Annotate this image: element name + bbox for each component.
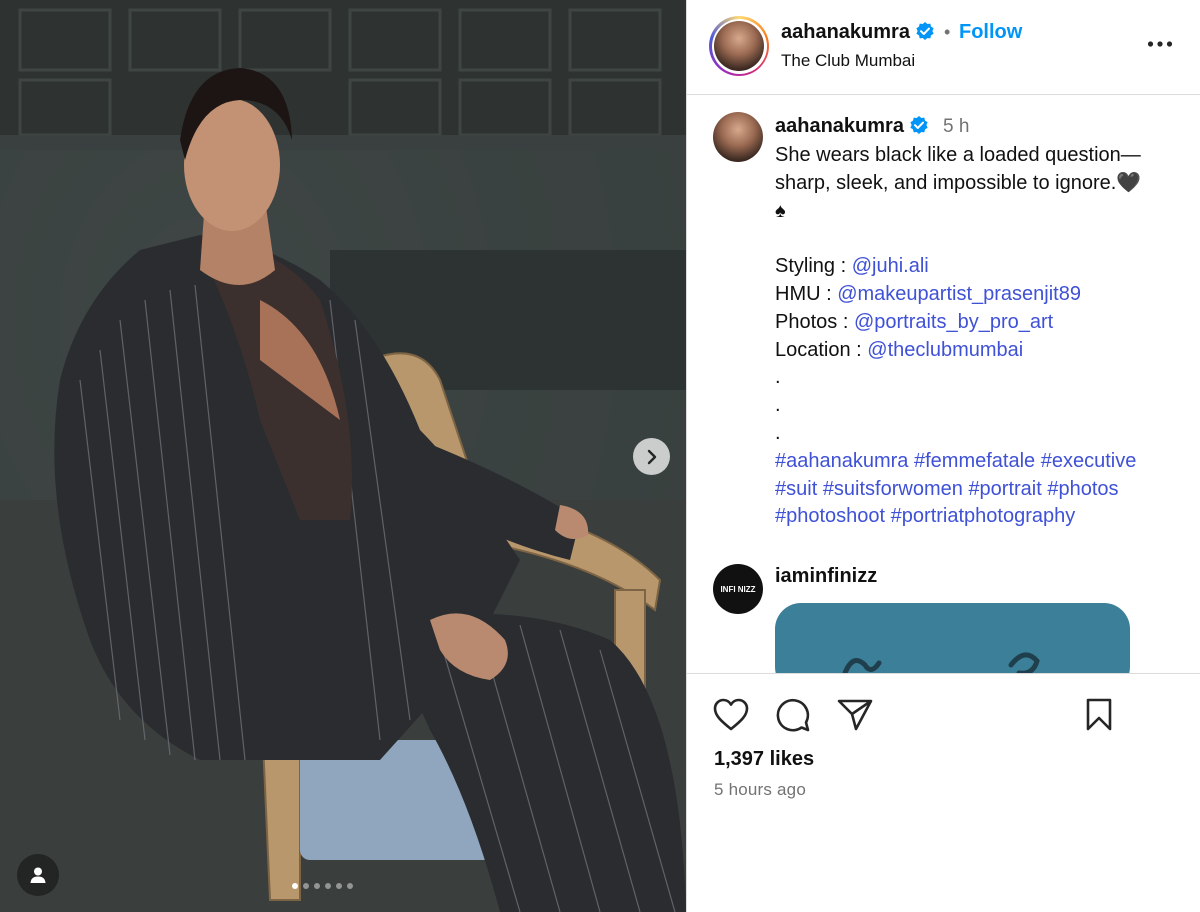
- carousel-dot: [292, 883, 298, 889]
- hashtag-link[interactable]: #executive: [1041, 450, 1137, 472]
- chevron-right-icon: [647, 449, 656, 464]
- credit-line: Photos : @portraits_by_pro_art: [775, 309, 1179, 337]
- mention-link[interactable]: @portraits_by_pro_art: [854, 311, 1053, 333]
- caption-dots: ...: [775, 364, 1179, 447]
- post-side-panel: aahanakumra • Follow The Club Mumbai aah…: [686, 0, 1200, 912]
- caption-dot: .: [775, 421, 781, 444]
- carousel-dot: [336, 883, 342, 889]
- carousel-indicator: [292, 883, 353, 889]
- black-heart-emoji: 🖤: [1116, 171, 1142, 194]
- share-paper-plane-icon[interactable]: [837, 698, 873, 732]
- credit-label: Location :: [775, 338, 868, 361]
- caption-time[interactable]: 5 h: [943, 116, 969, 138]
- comments-section[interactable]: aahanakumra 5 h She wears black like a l…: [687, 96, 1200, 673]
- caption-avatar[interactable]: [713, 112, 763, 162]
- post-timestamp[interactable]: 5 hours ago: [714, 780, 806, 800]
- commenter-avatar[interactable]: INFI NIZZ: [713, 564, 763, 614]
- credit-line: HMU : @makeupartist_prasenjit89: [775, 281, 1179, 309]
- save-bookmark-icon[interactable]: [1085, 698, 1113, 732]
- caption-dot: .: [775, 394, 781, 417]
- portrait-photo-illustration: [0, 0, 686, 912]
- carousel-dot: [325, 883, 331, 889]
- next-photo-button[interactable]: [633, 438, 670, 475]
- carousel-dot: [314, 883, 320, 889]
- follow-button[interactable]: Follow: [959, 21, 1022, 44]
- comment-bubble-icon[interactable]: [775, 697, 811, 733]
- credit-label: Photos :: [775, 310, 854, 333]
- location-link[interactable]: The Club Mumbai: [781, 51, 915, 71]
- mention-link[interactable]: @makeupartist_prasenjit89: [837, 283, 1081, 305]
- commenter-username[interactable]: iaminfinizz: [775, 565, 877, 588]
- caption-dot: .: [775, 366, 781, 389]
- hashtag-link[interactable]: #suitsforwomen: [823, 478, 963, 500]
- likes-count[interactable]: 1,397 likes: [714, 748, 814, 771]
- comment-image-art: [842, 652, 1040, 673]
- mention-link[interactable]: @theclubmumbai: [867, 339, 1023, 361]
- hashtag-link[interactable]: #portrait: [968, 478, 1041, 500]
- caption-username[interactable]: aahanakumra: [775, 115, 904, 137]
- header-username[interactable]: aahanakumra: [781, 21, 910, 43]
- verified-badge-icon: [916, 22, 934, 40]
- caption-line: sharp, sleek, and impossible to ignore.: [775, 171, 1117, 194]
- verified-badge-icon: [910, 116, 928, 134]
- hashtag-link[interactable]: #suit: [775, 478, 817, 500]
- hashtag-link[interactable]: #portriatphotography: [891, 505, 1076, 527]
- hashtag-link[interactable]: #femmefatale: [914, 450, 1035, 472]
- carousel-dot: [303, 883, 309, 889]
- credit-line: Location : @theclubmumbai: [775, 337, 1179, 365]
- carousel-dot: [347, 883, 353, 889]
- spade-emoji: ♠: [775, 199, 786, 222]
- caption-line: She wears black like a loaded question—: [775, 144, 1141, 166]
- caption-text: She wears black like a loaded question— …: [775, 142, 1179, 531]
- hashtag-link[interactable]: #aahanakumra: [775, 450, 908, 472]
- credit-label: HMU :: [775, 282, 838, 305]
- hashtag-link[interactable]: #photos: [1047, 478, 1118, 500]
- more-options-icon[interactable]: [1147, 40, 1173, 48]
- story-ring[interactable]: [709, 16, 769, 76]
- tagged-users-button[interactable]: [17, 854, 59, 896]
- comment-image: [775, 603, 1130, 673]
- separator-dot: •: [944, 22, 951, 42]
- post-header: aahanakumra • Follow The Club Mumbai: [687, 0, 1200, 95]
- hashtag-link[interactable]: #photoshoot: [775, 505, 885, 527]
- credit-line: Styling : @juhi.ali: [775, 253, 1179, 281]
- like-heart-icon[interactable]: [713, 698, 749, 732]
- credit-label: Styling :: [775, 255, 852, 278]
- post-actions: 1,397 likes 5 hours ago: [687, 673, 1200, 912]
- credits-list: Styling : @juhi.ali HMU : @makeupartist_p…: [775, 253, 1179, 364]
- mention-link[interactable]: @juhi.ali: [852, 255, 929, 277]
- commenter-logo-text: INFI NIZZ: [720, 584, 756, 594]
- avatar: [714, 21, 764, 71]
- post-photo[interactable]: [0, 0, 686, 912]
- user-icon: [30, 867, 46, 883]
